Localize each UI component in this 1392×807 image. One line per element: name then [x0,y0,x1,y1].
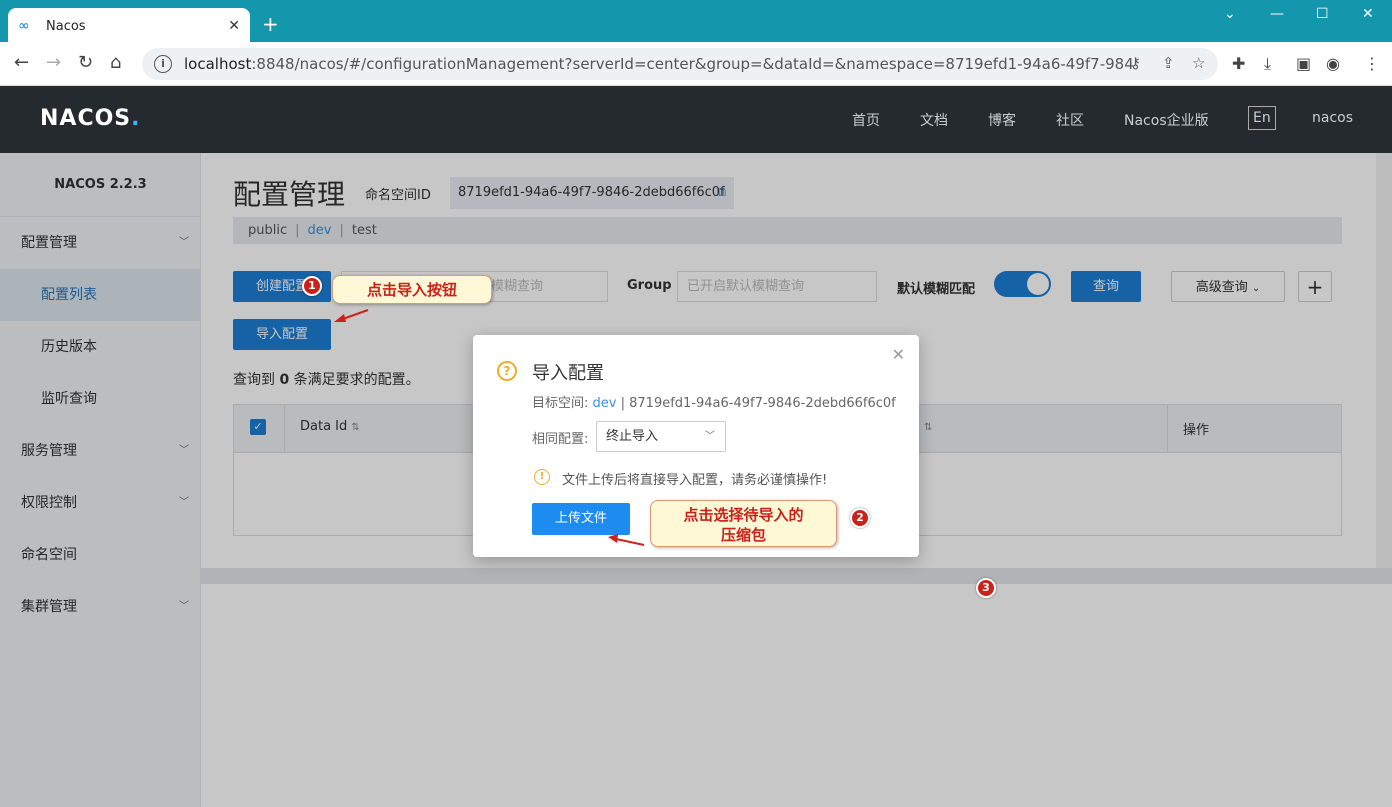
annotation-callout-2: 点击选择待导入的 压缩包 [650,500,837,547]
annotation-arrows [334,309,645,546]
annotation-badge-1: 1 [302,276,322,296]
annotation-badge-3: 3 [976,578,996,598]
annotation-badge-2: 2 [850,508,870,528]
annotation-callout-1: 点击导入按钮 [332,275,492,304]
